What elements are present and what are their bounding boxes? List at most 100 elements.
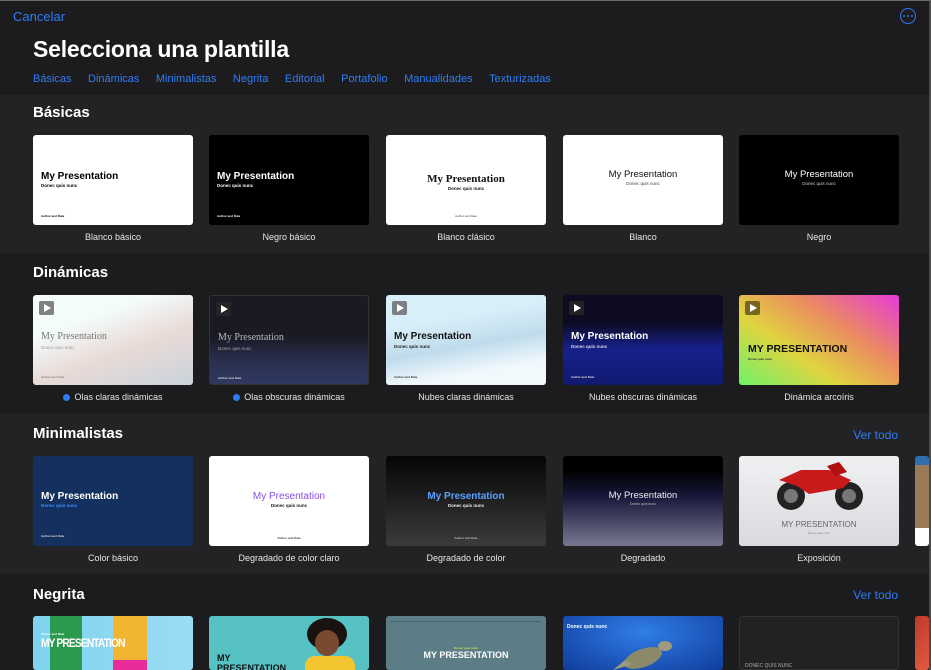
photo-shirt — [305, 656, 355, 670]
ellipsis-dot — [911, 15, 913, 17]
thumb-subtitle: Donec quis nunc — [739, 531, 899, 535]
category-link-portafolio[interactable]: Portafolio — [341, 73, 387, 85]
template-card[interactable]: My Presentation Donec quis nunc Author a… — [386, 135, 546, 225]
thumb-author: Author and Date — [209, 536, 369, 540]
template-name: Blanco clásico — [386, 232, 546, 242]
see-all-link[interactable]: Ver todo — [853, 588, 898, 602]
template-name: Degradado de color — [386, 553, 546, 563]
section-title: Básicas — [33, 104, 90, 121]
thumb-author: Author and Date — [218, 376, 241, 380]
section-title: Minimalistas — [33, 425, 123, 442]
thumb-subtitle: Donec quis nunc — [571, 344, 607, 349]
thumb-subtitle: Donec quis nunc — [41, 345, 75, 350]
thumb-title: MY PRESENTATION — [739, 520, 899, 529]
thumb-title: My Presentation — [394, 331, 471, 342]
thumb-title: My Presentation — [563, 490, 723, 501]
thumb-author: Author and Date — [217, 214, 240, 218]
thumb-subtitle: Donec quis nunc — [386, 186, 546, 191]
template-card[interactable]: My Presentation Donec quis nunc Author a… — [386, 295, 546, 385]
template-name-text: Olas claras dinámicas — [74, 392, 162, 402]
template-card[interactable]: My Presentation Donec quis nunc — [563, 135, 723, 225]
thumb-title: My Presentation — [386, 491, 546, 502]
template-card[interactable]: Donec quis nunc MY PRESENTATION — [386, 616, 546, 670]
thumb-title: My Presentation — [386, 173, 546, 185]
thumb-author: Author and Date — [386, 536, 546, 540]
page-title: Selecciona una plantilla — [33, 36, 289, 63]
template-card[interactable]: MY PRESENTATION Donec quis nunc — [739, 295, 899, 385]
thumb-subtitle: Donec quis nunc — [739, 181, 899, 186]
template-card[interactable]: Donec quis nunc — [563, 616, 723, 670]
category-link-dinamicas[interactable]: Dinámicas — [88, 73, 139, 85]
category-link-manualidades[interactable]: Manualidades — [404, 73, 473, 85]
template-name: Degradado de color claro — [209, 553, 369, 563]
template-card[interactable]: My Presentation Donec quis nunc — [563, 456, 723, 546]
thumb-subtitle: Donec quis nunc — [748, 357, 772, 361]
thumb-subtitle: Donec quis nunc — [41, 183, 77, 188]
new-badge-dot — [233, 394, 240, 401]
template-card[interactable]: MY PRESENTATION Donec quis nunc — [739, 456, 899, 546]
thumb-title: My Presentation — [218, 332, 284, 343]
play-icon — [39, 301, 54, 315]
template-card-partial[interactable] — [915, 456, 929, 546]
template-name: Olas claras dinámicas — [33, 392, 193, 402]
template-name: Blanco — [563, 232, 723, 242]
section-title: Negrita — [33, 586, 85, 603]
thumb-title: MY PRESENTATION — [386, 650, 546, 660]
template-card[interactable]: Author and Date MY PRESENTATION — [33, 616, 193, 670]
template-card[interactable]: My Presentation Donec quis nunc Author a… — [209, 456, 369, 546]
thumb-author: Author and Date — [394, 375, 417, 379]
template-card[interactable]: DONEC QUIS NUNC — [739, 616, 899, 670]
new-badge-dot — [63, 394, 70, 401]
ellipsis-circle-icon — [903, 15, 905, 17]
thumb-subtitle: Donec quis nunc — [217, 183, 253, 188]
template-card[interactable]: MY PRESENTATION — [209, 616, 369, 670]
photo-detail — [113, 660, 147, 670]
thumb-title: My Presentation — [41, 491, 118, 502]
thumb-title: My Presentation — [571, 331, 648, 342]
category-link-negrita[interactable]: Negrita — [233, 73, 268, 85]
template-name: Negro — [739, 232, 899, 242]
template-card[interactable]: My Presentation Donec quis nunc Author a… — [209, 295, 369, 385]
template-name: Exposición — [739, 553, 899, 563]
category-nav: Básicas Dinámicas Minimalistas Negrita E… — [33, 73, 567, 85]
thumb-subtitle: Donec quis nunc — [209, 503, 369, 508]
cancel-button[interactable]: Cancelar — [13, 9, 65, 24]
thumb-subtitle: Donec quis nunc — [41, 503, 77, 508]
thumb-subtitle: Donec quis nunc — [394, 344, 430, 349]
category-link-minimalistas[interactable]: Minimalistas — [156, 73, 217, 85]
thumb-title: My Presentation — [209, 491, 369, 502]
template-name: Olas obscuras dinámicas — [209, 392, 369, 402]
thumb-subtitle: Donec quis nunc — [563, 181, 723, 186]
template-card[interactable]: My Presentation Donec quis nunc Author a… — [33, 295, 193, 385]
thumb-title: My Presentation — [563, 169, 723, 180]
thumb-author: Author and Date — [41, 214, 64, 218]
category-link-editorial[interactable]: Editorial — [285, 73, 325, 85]
category-link-basicas[interactable]: Básicas — [33, 73, 72, 85]
template-name: Degradado — [563, 553, 723, 563]
template-name: Blanco básico — [33, 232, 193, 242]
template-card[interactable]: My Presentation Donec quis nunc Author a… — [33, 135, 193, 225]
template-name: Nubes claras dinámicas — [386, 392, 546, 402]
template-card[interactable]: My Presentation Donec quis nunc Author a… — [563, 295, 723, 385]
template-card-partial[interactable] — [915, 616, 929, 670]
thumb-title: MY PRESENTATION — [41, 636, 125, 650]
template-card[interactable]: My Presentation Donec quis nunc Author a… — [386, 456, 546, 546]
ellipsis-dot — [907, 15, 909, 17]
template-name: Color básico — [33, 553, 193, 563]
template-name: Nubes obscuras dinámicas — [563, 392, 723, 402]
template-name: Negro básico — [209, 232, 369, 242]
thumb-subtitle: Donec quis nunc — [563, 502, 723, 506]
photo-face — [315, 630, 339, 656]
thumb-subtitle: Donec quis nunc — [218, 346, 252, 351]
category-link-texturizadas[interactable]: Texturizadas — [489, 73, 551, 85]
thumb-subtitle: DONEC QUIS NUNC — [745, 663, 793, 669]
more-options-button[interactable] — [900, 8, 916, 24]
thumb-title: My Presentation — [217, 171, 294, 182]
see-all-link[interactable]: Ver todo — [853, 428, 898, 442]
template-name: Dinámica arcoíris — [739, 392, 899, 402]
template-card[interactable]: My Presentation Donec quis nunc Author a… — [33, 456, 193, 546]
template-card[interactable]: My Presentation Donec quis nunc — [739, 135, 899, 225]
play-icon — [745, 301, 760, 315]
thumb-title: My Presentation — [41, 331, 107, 342]
template-card[interactable]: My Presentation Donec quis nunc Author a… — [209, 135, 369, 225]
